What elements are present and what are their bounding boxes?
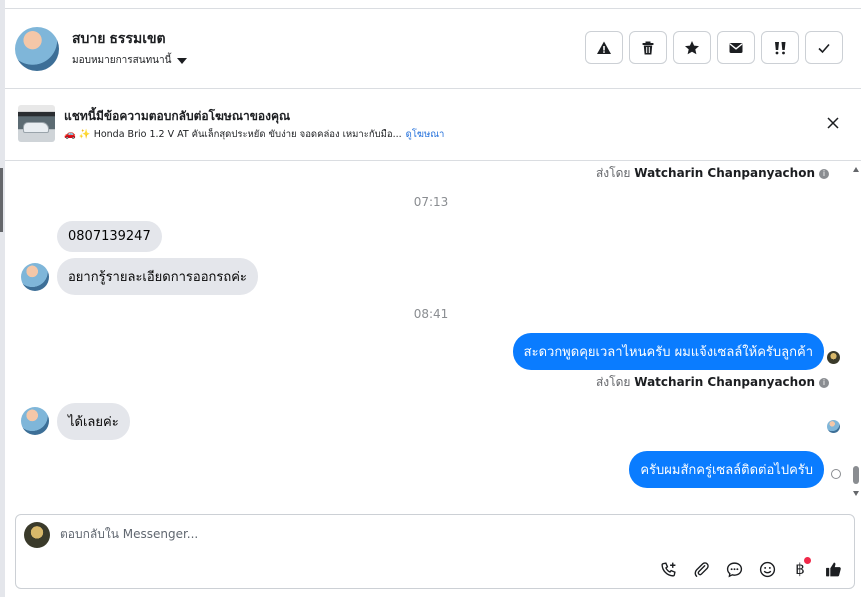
thread-scrollbar[interactable] xyxy=(851,161,861,506)
incoming-message[interactable]: ได้เลยค่ะ xyxy=(57,403,130,440)
warning-icon xyxy=(597,41,611,54)
caret-down-icon xyxy=(177,57,188,64)
emoji-button[interactable] xyxy=(756,558,778,580)
contact-avatar[interactable] xyxy=(15,27,59,71)
envelope-icon xyxy=(729,42,743,53)
call-button[interactable] xyxy=(657,558,679,580)
star-icon xyxy=(685,40,699,54)
page-avatar xyxy=(24,522,50,548)
close-icon[interactable] xyxy=(825,115,841,131)
sent-status-icon xyxy=(831,469,841,479)
ad-text: 🚗 ✨ Honda Brio 1.2 V AT คันเล็กสุดประหยั… xyxy=(64,129,402,140)
reply-input[interactable] xyxy=(60,527,760,541)
mark-unread-button[interactable] xyxy=(717,31,755,64)
star-button[interactable] xyxy=(673,31,711,64)
message-thread: ส่งโดย Watcharin Chanpanyachon i 07:13 08… xyxy=(5,161,851,506)
outgoing-message[interactable]: สะดวกพูดคุยเวลาไหนครับ ผมแจ้งเซลล์ให้ครั… xyxy=(512,333,824,370)
assign-conversation-dropdown[interactable]: มอบหมายการสนทนานี้ xyxy=(72,53,188,68)
payment-button[interactable]: ฿ xyxy=(789,557,811,580)
baht-icon: ฿ xyxy=(795,560,805,578)
contact-name[interactable]: สบาย ธรรมเขต xyxy=(72,28,166,50)
timestamp: 07:13 xyxy=(413,195,449,209)
check-icon xyxy=(818,43,830,53)
mark-done-button[interactable] xyxy=(805,31,843,64)
call-icon xyxy=(660,561,676,577)
composer-tools: ฿ xyxy=(657,557,844,580)
sent-by-label: ส่งโดย Watcharin Chanpanyachon i xyxy=(596,164,829,183)
emoji-icon xyxy=(759,561,775,577)
reply-composer: ฿ xyxy=(15,514,855,589)
info-icon[interactable]: i xyxy=(819,169,829,179)
ad-thumbnail[interactable] xyxy=(18,105,55,142)
spam-button[interactable] xyxy=(585,31,623,64)
info-icon[interactable]: i xyxy=(819,378,829,388)
window-top-edge xyxy=(5,0,861,9)
header-actions xyxy=(585,31,843,64)
outgoing-message[interactable]: ครับผมสักครู่เซลล์ติดต่อไปครับ xyxy=(629,451,824,488)
notification-dot xyxy=(804,557,811,564)
contact-avatar-small xyxy=(21,263,49,291)
incoming-message[interactable]: 0807139247 xyxy=(57,221,162,252)
scroll-up-icon[interactable] xyxy=(853,167,859,172)
thumbs-up-icon xyxy=(825,562,841,576)
conversation-header: สบาย ธรรมเขต มอบหมายการสนทนานี้ xyxy=(5,9,861,89)
sent-by-label: ส่งโดย Watcharin Chanpanyachon i xyxy=(596,373,829,392)
contact-avatar-small xyxy=(21,407,49,435)
like-button[interactable] xyxy=(822,558,844,580)
scrollbar-thumb[interactable] xyxy=(853,466,859,484)
seen-avatar xyxy=(827,420,840,433)
delete-button[interactable] xyxy=(629,31,667,64)
follow-up-button[interactable] xyxy=(761,31,799,64)
ad-reply-banner: แชทนี้มีข้อความตอบกลับต่อโฆษณาของคุณ 🚗 ✨… xyxy=(5,89,861,161)
trash-icon xyxy=(642,41,654,54)
scroll-down-icon[interactable] xyxy=(853,491,859,496)
ad-banner-subtitle: 🚗 ✨ Honda Brio 1.2 V AT คันเล็กสุดประหยั… xyxy=(64,127,444,142)
chat-bubble-icon xyxy=(726,561,742,577)
view-ad-link[interactable]: ดูโฆษณา xyxy=(406,127,445,142)
follow-up-icon xyxy=(775,41,786,54)
ad-banner-title: แชทนี้มีข้อความตอบกลับต่อโฆษณาของคุณ xyxy=(64,109,291,123)
assign-label: มอบหมายการสนทนานี้ xyxy=(72,55,172,66)
saved-replies-button[interactable] xyxy=(723,558,745,580)
incoming-message[interactable]: อยากรู้รายละเอียดการออกรถค่ะ xyxy=(57,258,258,295)
seen-avatar xyxy=(827,351,840,364)
attach-button[interactable] xyxy=(690,558,712,580)
timestamp: 08:41 xyxy=(413,307,449,321)
paperclip-icon xyxy=(694,561,709,577)
